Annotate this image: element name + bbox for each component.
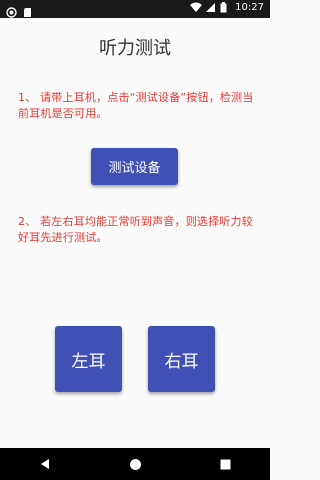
back-button[interactable] (25, 448, 65, 480)
home-button[interactable] (115, 448, 155, 480)
signal-icon (205, 2, 216, 13)
navigation-bar (0, 448, 270, 480)
status-bar: 10:27 (0, 0, 270, 18)
test-device-button[interactable]: 测试设备 (91, 148, 178, 185)
sd-card-icon (22, 3, 33, 17)
right-ear-button[interactable]: 右耳 (148, 326, 215, 392)
recents-icon (220, 459, 230, 469)
battery-icon (220, 2, 231, 13)
back-icon (41, 459, 49, 469)
wifi-icon (190, 2, 203, 13)
instruction-step-1: 1、 请带上耳机，点击“测试设备”按钮，检测当前耳机是否可用。 (18, 91, 254, 120)
status-time: 10:27 (235, 2, 264, 13)
instruction-step-2: 2、 若左右耳均能正常听到声音，则选择听力较好耳先进行测试。 (18, 215, 253, 244)
left-ear-button[interactable]: 左耳 (55, 326, 122, 392)
recents-button[interactable] (205, 448, 245, 480)
notification-icon (6, 3, 17, 18)
page-title: 听力测试 (99, 38, 171, 59)
home-icon (129, 458, 141, 470)
